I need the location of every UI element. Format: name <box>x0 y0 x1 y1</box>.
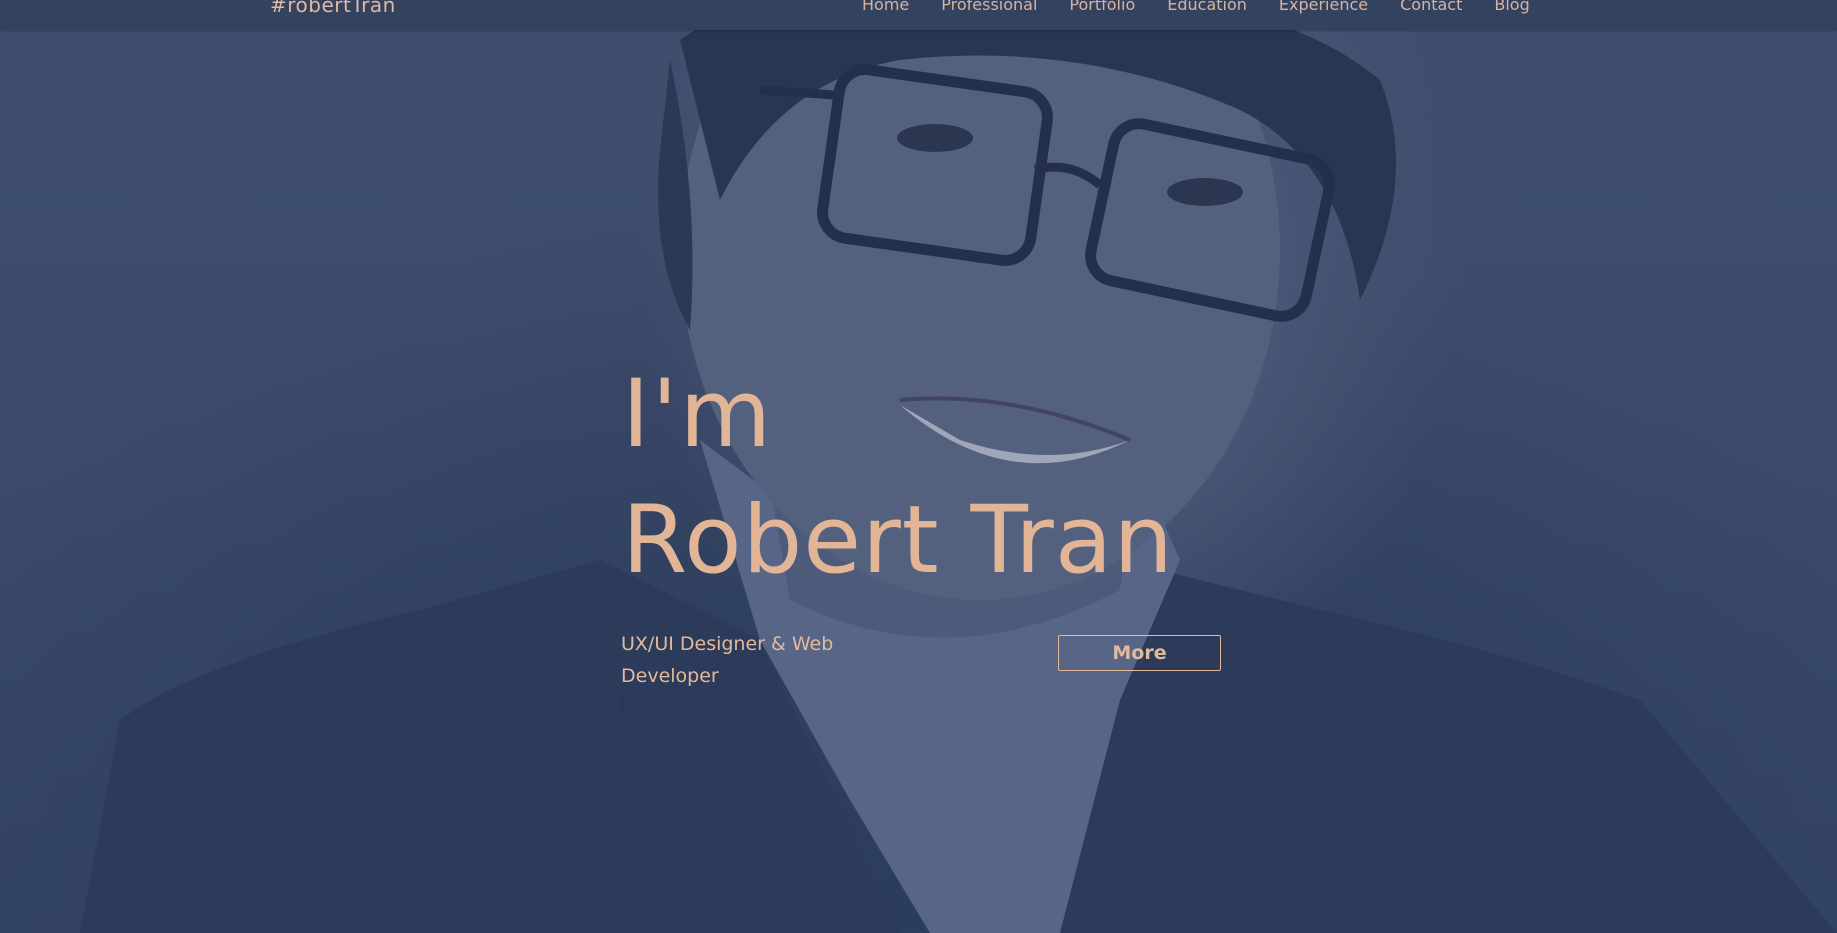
hero-name: Robert Tran <box>622 486 1174 595</box>
top-navbar: #robertTran Home Professional Portfolio … <box>0 0 1837 30</box>
nav-link-blog[interactable]: Blog <box>1494 0 1529 14</box>
nav-link-education[interactable]: Education <box>1167 0 1247 14</box>
nav-link-portfolio[interactable]: Portfolio <box>1069 0 1135 14</box>
typing-cursor <box>622 698 623 712</box>
nav-link-contact[interactable]: Contact <box>1400 0 1462 14</box>
more-button[interactable]: More <box>1058 635 1221 671</box>
hero-subtitle: UX/UI Designer & Web Developer <box>621 633 834 687</box>
site-brand-logo[interactable]: #robertTran <box>270 0 396 17</box>
nav-link-professional[interactable]: Professional <box>941 0 1037 14</box>
nav-links: Home Professional Portfolio Education Ex… <box>862 0 1530 14</box>
nav-link-experience[interactable]: Experience <box>1279 0 1368 14</box>
hero-heading: I'm Robert Tran <box>622 352 1174 604</box>
page: #robertTran Home Professional Portfolio … <box>0 0 1837 933</box>
nav-link-home[interactable]: Home <box>862 0 909 14</box>
hero-greeting: I'm <box>622 360 774 469</box>
